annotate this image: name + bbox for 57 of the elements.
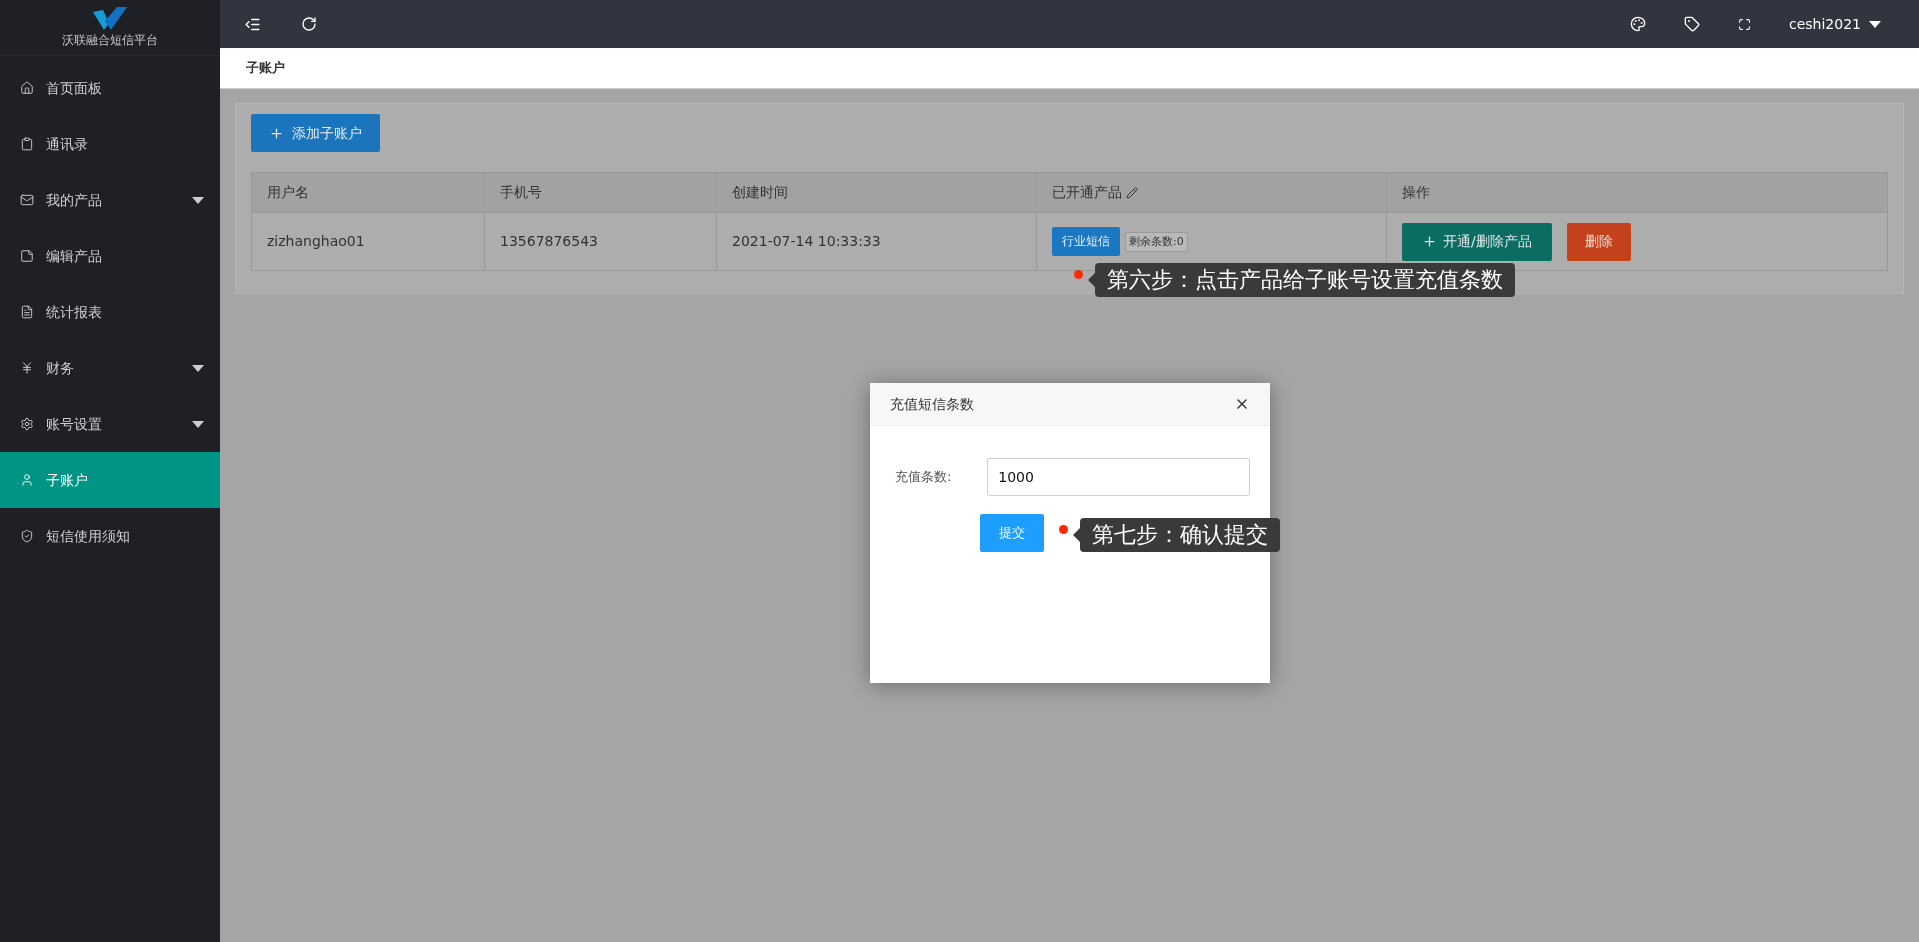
tag-icon[interactable] <box>1684 16 1700 32</box>
sidebar-item[interactable]: 首页面板 <box>0 60 220 116</box>
sidebar-item[interactable]: 子账户 <box>0 452 220 508</box>
home-icon <box>20 81 34 95</box>
plus-icon <box>269 125 284 141</box>
shield-icon <box>20 529 34 543</box>
sidebar-label: 统计报表 <box>46 302 103 322</box>
user-menu[interactable]: ceshi2021 <box>1789 13 1881 35</box>
note-icon <box>20 249 34 263</box>
column-header: 用户名 <box>251 172 485 213</box>
sidebar-label: 通讯录 <box>46 134 89 154</box>
document-icon <box>20 305 34 319</box>
sidebar-label: 短信使用须知 <box>46 526 131 546</box>
sidebar-label: 我的产品 <box>46 190 103 210</box>
fullscreen-icon[interactable] <box>1738 17 1751 31</box>
sidebar-item[interactable]: 通讯录 <box>0 116 220 172</box>
sidebar-item[interactable]: 短信使用须知 <box>0 508 220 564</box>
column-header: 创建时间 <box>716 172 1037 213</box>
sidebar-item[interactable]: 账号设置 <box>0 396 220 452</box>
logo-icon <box>93 6 127 31</box>
column-header: 操作 <box>1386 172 1888 213</box>
open-product-button[interactable]: 开通/删除产品 <box>1402 222 1552 261</box>
sidebar-label: 子账户 <box>46 470 89 490</box>
annotation-tooltip: 第六步：点击产品给子账号设置充值条数 <box>1095 263 1515 297</box>
refresh-icon[interactable] <box>301 16 317 32</box>
sidebar-label: 首页面板 <box>46 78 103 98</box>
sidebar-label: 账号设置 <box>46 414 103 434</box>
product-tag[interactable]: 行业短信 <box>1052 227 1120 256</box>
sidebar-item[interactable]: 财务 <box>0 340 220 396</box>
yen-icon <box>20 361 34 375</box>
user-icon <box>20 473 34 487</box>
input-field[interactable]: 1000 <box>987 458 1250 496</box>
annotation-tooltip: 第七步：确认提交 <box>1080 518 1280 552</box>
column-header: 已开通产品 <box>1036 172 1387 213</box>
dialog-title: 充值短信条数 <box>890 394 975 414</box>
settings-icon <box>20 417 34 431</box>
palette-icon[interactable] <box>1630 16 1646 32</box>
breadcrumb: 子账户 <box>246 59 285 78</box>
logo-text: 沃联融合短信平台 <box>62 31 158 49</box>
table-cell: 2021-07-14 10:33:33 <box>716 212 1037 271</box>
remaining-count: 剩余条数:0 <box>1125 231 1188 252</box>
mail-icon <box>20 193 34 207</box>
sidebar-label: 编辑产品 <box>46 246 103 266</box>
sidebar-item[interactable]: 统计报表 <box>0 284 220 340</box>
sidebar-item[interactable]: 编辑产品 <box>0 228 220 284</box>
field-label: 充值条数: <box>894 468 953 487</box>
sidebar-label: 财务 <box>46 358 75 378</box>
table-cell: 13567876543 <box>484 212 717 271</box>
table-cell: zizhanghao01 <box>251 212 485 271</box>
pencil-icon <box>1126 186 1138 199</box>
caret-icon <box>1869 20 1881 28</box>
add-button[interactable]: 添加子账户 <box>251 114 380 152</box>
sidebar-item[interactable]: 我的产品 <box>0 172 220 228</box>
delete-button[interactable]: 删除 <box>1566 222 1631 261</box>
plus-icon <box>1422 234 1437 249</box>
clipboard-icon <box>20 137 34 151</box>
column-header: 手机号 <box>484 172 717 213</box>
